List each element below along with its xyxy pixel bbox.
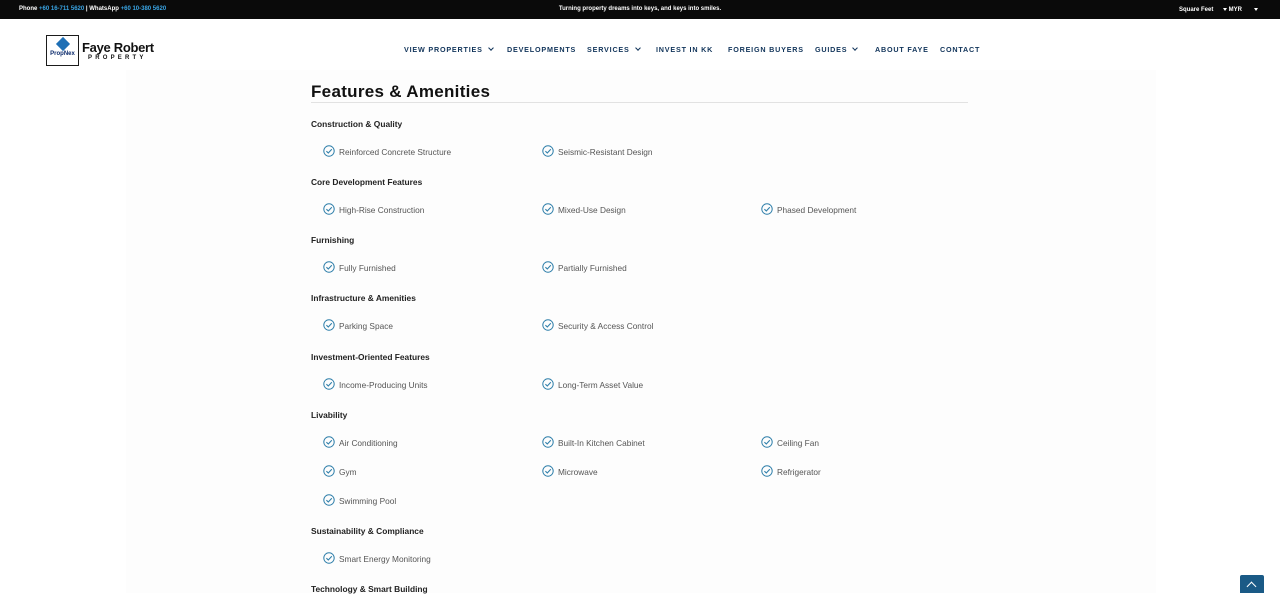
feature-label: Swimming Pool [339,496,397,506]
category-heading: Infrastructure & Amenities [311,293,416,303]
chevron-down-icon [487,45,494,51]
logo-mark: PropNex [46,35,79,66]
feature-label: Mixed-Use Design [558,205,626,215]
feature-label: High-Rise Construction [339,205,425,215]
check-circle-icon [542,378,554,390]
feature-label: Fully Furnished [339,263,396,273]
feature-label: Refrigerator [777,467,821,477]
nav-label: DEVELOPMENTS [507,45,577,54]
nav-contact[interactable]: CONTACT [940,45,980,54]
check-circle-icon [542,465,554,477]
chevron-down-icon [852,45,859,51]
category-heading: Investment-Oriented Features [311,352,430,362]
nav-services[interactable]: SERVICES [587,45,641,54]
brand-name: Faye Robert [82,40,154,55]
category-heading: Livability [311,410,348,420]
check-circle-icon [323,203,335,215]
check-circle-icon [542,319,554,331]
feature-label: Partially Furnished [558,263,627,273]
currency-select[interactable]: MYR [1223,7,1242,13]
check-circle-icon [542,145,554,157]
check-circle-icon [542,436,554,448]
nav-label: ABOUT FAYE [875,45,929,54]
chevron-up-icon [1246,581,1257,592]
check-circle-icon [761,465,773,477]
caret-down-icon[interactable] [1254,8,1258,11]
feature-label: Smart Energy Monitoring [339,554,431,564]
check-circle-icon [542,261,554,273]
nav-guides[interactable]: GUIDES [815,45,859,54]
nav-invest-in-kk[interactable]: INVEST IN KK [656,45,713,54]
section-title: Features & Amenities [311,82,491,101]
feature-label: Security & Access Control [558,321,654,331]
feature-label: Parking Space [339,321,393,331]
tagline: Turning property dreams into keys, and k… [558,6,722,12]
brand-subtitle: PROPERTY [88,55,147,61]
feature-label: Microwave [558,467,598,477]
nav-label: VIEW PROPERTIES [404,45,483,54]
feature-label: Phased Development [777,205,857,215]
check-circle-icon [323,319,335,331]
check-circle-icon [542,203,554,215]
feature-label: Seismic-Resistant Design [558,147,653,157]
currency-value: MYR [1228,7,1243,13]
feature-label: Long-Term Asset Value [558,380,644,390]
nav-label: SERVICES [587,45,630,54]
nav-label: GUIDES [815,45,848,54]
chevron-down-icon [634,45,641,51]
feature-label: Gym [339,467,357,477]
nav-label: FOREIGN BUYERS [728,45,804,54]
category-heading: Sustainability & Compliance [311,526,424,536]
nav-label: CONTACT [940,45,981,54]
diamond-icon [55,36,71,52]
category-heading: Core Development Features [311,177,423,187]
nav-label: INVEST IN KK [656,45,714,54]
top-bar: Phone +60 16-711 5620 | WhatsApp +60 10-… [0,0,1280,19]
check-circle-icon [323,378,335,390]
logo-mark-text: PropNex [50,51,75,57]
category-heading: Furnishing [311,235,355,245]
check-circle-icon [323,552,335,564]
area-unit-value: Square Feet [1179,7,1214,13]
feature-label: Built-In Kitchen Cabinet [558,438,645,448]
check-circle-icon [323,436,335,448]
check-circle-icon [761,203,773,215]
site-logo[interactable]: PropNex Faye Robert PROPERTY [46,35,156,67]
nav-foreign-buyers[interactable]: FOREIGN BUYERS [728,45,804,54]
category-heading: Construction & Quality [311,119,403,129]
area-unit-select[interactable]: Square Feet [1179,7,1213,13]
title-divider [311,102,968,103]
check-circle-icon [323,494,335,506]
feature-label: Income-Producing Units [339,380,428,390]
feature-label: Ceiling Fan [777,438,819,448]
feature-label: Reinforced Concrete Structure [339,147,452,157]
caret-down-icon [1223,7,1227,11]
nav-developments[interactable]: DEVELOPMENTS [507,45,576,54]
back-to-top-button[interactable] [1240,575,1264,593]
nav-about-faye[interactable]: ABOUT FAYE [875,45,929,54]
check-circle-icon [323,465,335,477]
feature-label: Air Conditioning [339,438,398,448]
check-circle-icon [761,436,773,448]
check-circle-icon [323,261,335,273]
check-circle-icon [323,145,335,157]
nav-view-properties[interactable]: VIEW PROPERTIES [404,45,494,54]
